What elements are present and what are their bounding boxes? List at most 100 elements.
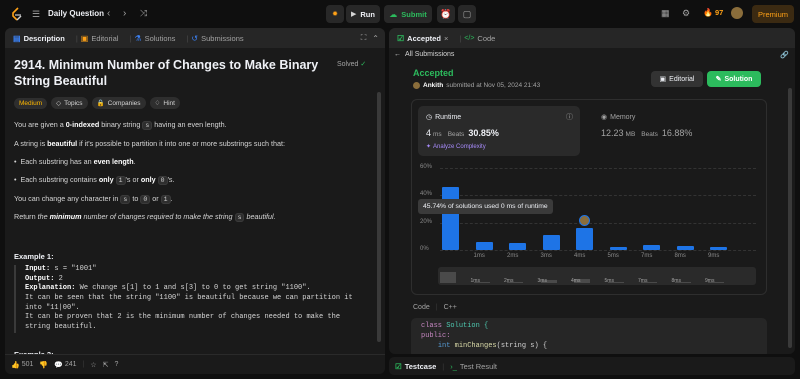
avatar[interactable] (731, 7, 743, 19)
maximize-icon[interactable]: ⛶ (361, 33, 367, 43)
text: You are given a (14, 120, 66, 129)
all-submissions-link[interactable]: All Submissions (405, 51, 454, 58)
close-icon[interactable]: × (444, 34, 448, 43)
notes-icon[interactable]: ▢ (458, 5, 476, 23)
hint-tag[interactable]: ♢ Hint (149, 97, 180, 109)
scrollbar[interactable] (377, 92, 381, 342)
list-item: • Each substring has an even length. (14, 157, 136, 167)
settings-gear-icon[interactable]: ⚙ (682, 8, 690, 19)
tab-test-result[interactable]: ›_ Test Result (450, 362, 497, 371)
collapse-icon[interactable]: ⌃ (372, 34, 379, 43)
menu-icon[interactable]: ☰ (32, 9, 40, 20)
chart-bar[interactable] (643, 244, 660, 250)
editorial-button[interactable]: ▣ Editorial (651, 71, 703, 87)
share-icon[interactable]: ⇱ (103, 361, 109, 369)
solution-button[interactable]: ✎ Solution (707, 71, 761, 87)
alarm-icon[interactable]: ⏰ (437, 5, 455, 23)
premium-button[interactable]: Premium (752, 5, 794, 23)
chart-bar[interactable] (576, 228, 593, 250)
memory-card[interactable]: ◉ Memory 12.23 MB Beats 16.88% (595, 106, 755, 156)
debug-button[interactable]: ✹ (326, 5, 344, 23)
help-icon[interactable]: ? (115, 361, 119, 368)
code-language: C++ (443, 304, 457, 311)
chart-bar[interactable] (509, 243, 526, 250)
dislike-icon[interactable]: 👎 (39, 361, 48, 369)
star-icon[interactable]: ☆ (90, 361, 96, 369)
run-button[interactable]: ▶ Run (346, 5, 380, 23)
comments-button[interactable]: 💬 241 (54, 361, 76, 369)
bug-icon: ✹ (332, 11, 338, 18)
text: binary string (99, 120, 143, 129)
range-tick-label: 9ms (705, 278, 715, 284)
like-button[interactable]: 👍 501 (11, 361, 33, 369)
tab-description[interactable]: ▤ Description (13, 34, 65, 43)
layout-icon[interactable]: ▦ (661, 8, 670, 19)
example-input-label: Input: (25, 265, 51, 273)
tab-code[interactable]: </> Code (464, 34, 495, 43)
fire-icon: 🔥 (703, 8, 713, 17)
y-tick-label: 20% (420, 218, 433, 225)
shuffle-icon[interactable]: ⤨ (140, 8, 147, 19)
submit-label: Submit (401, 9, 427, 19)
topics-tag[interactable]: ◇ Topics (51, 97, 88, 109)
link-icon[interactable]: 🔗 (780, 51, 789, 59)
submit-button[interactable]: ☁ Submit (384, 5, 432, 23)
runtime-beats: 30.85% (468, 128, 499, 138)
tab-solutions[interactable]: ⚗ Solutions (134, 34, 175, 43)
x-tick-label: 2ms (507, 253, 519, 259)
chart-bar[interactable] (676, 245, 694, 250)
gridline (440, 168, 756, 169)
arrow-left-icon[interactable]: ← (394, 51, 401, 58)
comment-count: 241 (64, 361, 77, 368)
problem-list-title[interactable]: Daily Question (48, 9, 104, 18)
inline-code: s (142, 121, 153, 130)
range-mini-bar (440, 272, 456, 283)
runtime-label: Runtime (435, 113, 462, 121)
prev-problem-icon[interactable]: ‹ (107, 8, 110, 19)
text: 's. (167, 175, 175, 184)
code-block[interactable]: class Solution {public: int minChanges(s… (411, 318, 767, 354)
runtime-stats: 4 ms Beats 30.85% (426, 128, 499, 138)
chart-bar[interactable] (609, 247, 627, 250)
x-tick-label: 7ms (641, 253, 653, 259)
inline-code: s (120, 195, 131, 204)
solved-badge: Solved ✓ (337, 60, 366, 69)
tag-row: Medium ◇ Topics 🔒 Companies ♢ Hint (14, 97, 184, 109)
next-problem-icon[interactable]: › (123, 8, 126, 19)
companies-tag[interactable]: 🔒 Companies (91, 97, 146, 109)
leetcode-logo-icon[interactable] (10, 7, 24, 21)
memory-label: Memory (610, 113, 636, 121)
back-bar: ← All Submissions 🔗 (389, 48, 795, 61)
like-count: 501 (21, 361, 34, 368)
runtime-unit: ms (433, 131, 442, 138)
chart-bar[interactable] (710, 247, 727, 250)
scrollbar[interactable] (788, 88, 792, 348)
title-line: 2914. Minimum Number of Changes to Make … (14, 58, 319, 72)
gridline (440, 195, 756, 197)
tab-label: Description (23, 33, 65, 43)
code-keyword: public: (421, 331, 451, 340)
bold-text: 0-indexed (65, 120, 100, 129)
range-selector[interactable]: 1ms 2ms 3ms 4ms 5ms 7ms 8ms 9ms (438, 267, 756, 285)
tab-submissions[interactable]: ↺ Submissions (191, 34, 243, 43)
difficulty-badge[interactable]: Medium (14, 97, 48, 109)
tab-editorial[interactable]: ▣ Editorial (81, 34, 119, 43)
bold-text: even length (93, 157, 134, 166)
tab-accepted[interactable]: ☑ Accepted × (397, 34, 448, 43)
chart-bar[interactable] (475, 241, 493, 250)
streak-counter[interactable]: 🔥 97 (703, 8, 723, 17)
chart-bar[interactable] (442, 187, 459, 250)
runtime-card[interactable]: ◷ Runtime ⓘ 4 ms Beats 30.85% ✦ Analyze Co… (418, 106, 580, 156)
description-paragraph: A string is beautiful if it's possible t… (14, 139, 285, 149)
tab-label: Code (477, 33, 496, 43)
username[interactable]: Ankith (423, 82, 443, 89)
info-icon[interactable]: ⓘ (566, 112, 573, 122)
range-tick-label: 8ms (671, 278, 681, 284)
analyze-complexity-link[interactable]: ✦ Analyze Complexity (426, 143, 486, 151)
x-tick-label: 3ms (540, 253, 552, 259)
chart-bar[interactable] (542, 234, 560, 250)
tab-testcase[interactable]: ☑ Testcase (395, 362, 436, 371)
tab-label: Test Result (459, 361, 498, 371)
history-icon: ↺ (191, 33, 199, 43)
example-explanation-text: It can be seen that the string "1100" is… (25, 293, 353, 302)
